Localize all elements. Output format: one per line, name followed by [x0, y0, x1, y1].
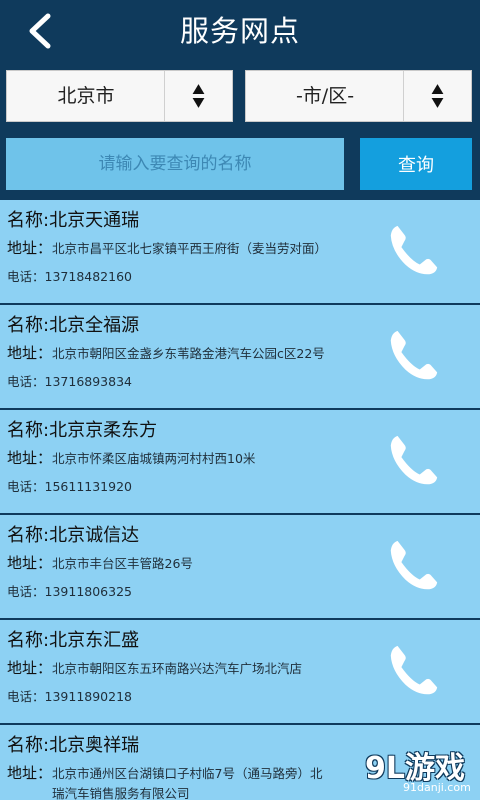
- city-select-value: -市/区-: [295, 85, 355, 107]
- item-address: 地址：北京市昌平区北七家镇平西王府街（麦当劳对面）: [7, 237, 327, 258]
- phone-label: 电话：: [7, 479, 45, 494]
- item-name: 名称:北京天通瑞: [7, 210, 140, 231]
- address-value: 北京市朝阳区东五环南路兴达汽车广场北汽店: [52, 661, 303, 676]
- address-label: 地址：: [7, 239, 53, 257]
- address-label: 地址：: [7, 449, 53, 467]
- item-address: 地址：北京市丰台区丰管路26号: [7, 552, 193, 573]
- phone-call-icon[interactable]: [384, 222, 442, 280]
- address-continuation: 瑞汽车销售服务有限公司: [52, 786, 190, 800]
- address-value: 北京市昌平区北七家镇平西王府街（麦当劳对面）: [52, 241, 328, 256]
- item-name: 名称:北京全福源: [7, 315, 140, 336]
- item-address: 地址：北京市朝阳区金盏乡东苇路金港汽车公园c区22号: [7, 342, 325, 363]
- address-value: 北京市朝阳区金盏乡东苇路金港汽车公园c区22号: [52, 346, 325, 361]
- item-address: 地址：北京市怀柔区庙城镇两河村村西10米: [7, 447, 255, 468]
- address-label: 地址：: [7, 764, 53, 782]
- phone-label: 电话：: [7, 584, 45, 599]
- watermark-url: 91danji.com: [403, 781, 471, 794]
- updown-arrows-icon: [403, 71, 444, 121]
- address-value: 北京市怀柔区庙城镇两河村村西10米: [52, 451, 256, 466]
- phone-value: 13718482160: [44, 269, 132, 284]
- list-item[interactable]: 名称:北京诚信达 地址：北京市丰台区丰管路26号 电话：13911806325: [0, 515, 480, 618]
- item-name: 名称:北京东汇盛: [7, 630, 140, 651]
- address-label: 地址：: [7, 554, 53, 572]
- watermark: 9L游戏 91danji.com: [365, 743, 477, 797]
- city-select[interactable]: -市/区-: [245, 70, 472, 122]
- list-item[interactable]: 名称:北京京柔东方 地址：北京市怀柔区庙城镇两河村村西10米 电话：156111…: [0, 410, 480, 513]
- item-name: 名称:北京奥祥瑞: [7, 735, 140, 756]
- phone-label: 电话：: [7, 689, 45, 704]
- page-title: 服务网点: [179, 14, 300, 48]
- item-phone: 电话：13716893834: [7, 371, 132, 390]
- item-name: 名称:北京京柔东方: [7, 420, 158, 441]
- phone-value: 13716893834: [44, 374, 132, 389]
- list-item[interactable]: 名称:北京天通瑞 地址：北京市昌平区北七家镇平西王府街（麦当劳对面） 电话：13…: [0, 200, 480, 303]
- item-phone: 电话：13911806325: [7, 581, 132, 600]
- phone-call-icon[interactable]: [384, 642, 442, 700]
- item-address: 地址：北京市朝阳区东五环南路兴达汽车广场北汽店: [7, 657, 302, 678]
- province-select[interactable]: 北京市: [6, 70, 233, 122]
- item-name: 名称:北京诚信达: [7, 525, 140, 546]
- phone-value: 13911806325: [44, 584, 132, 599]
- province-select-value: 北京市: [57, 85, 115, 107]
- address-value: 北京市丰台区丰管路26号: [52, 556, 193, 571]
- app-header: 服务网点: [0, 0, 480, 62]
- item-phone: 电话：13718482160: [7, 266, 132, 285]
- address-value: 北京市通州区台湖镇口子村临7号（通马路旁）北: [52, 766, 323, 781]
- item-phone: 电话：13911890218: [7, 686, 132, 705]
- search-button[interactable]: 查询: [360, 138, 472, 190]
- phone-call-icon[interactable]: [384, 327, 442, 385]
- search-input[interactable]: [6, 138, 344, 190]
- address-label: 地址：: [7, 344, 53, 362]
- phone-label: 电话：: [7, 374, 45, 389]
- list-item[interactable]: 名称:北京东汇盛 地址：北京市朝阳区东五环南路兴达汽车广场北汽店 电话：1391…: [0, 620, 480, 723]
- phone-call-icon[interactable]: [384, 537, 442, 595]
- updown-arrows-icon: [164, 71, 205, 121]
- phone-value: 15611131920: [44, 479, 132, 494]
- phone-call-icon[interactable]: [384, 432, 442, 490]
- phone-value: 13911890218: [44, 689, 132, 704]
- service-point-list[interactable]: 名称:北京天通瑞 地址：北京市昌平区北七家镇平西王府街（麦当劳对面） 电话：13…: [0, 200, 480, 800]
- phone-label: 电话：: [7, 269, 45, 284]
- item-phone: 电话：15611131920: [7, 476, 132, 495]
- item-address: 地址：北京市通州区台湖镇口子村临7号（通马路旁）北: [7, 762, 322, 783]
- list-item[interactable]: 名称:北京全福源 地址：北京市朝阳区金盏乡东苇路金港汽车公园c区22号 电话：1…: [0, 305, 480, 408]
- filter-panel: 北京市 -市/区- 查询: [0, 62, 480, 200]
- address-label: 地址：: [7, 659, 53, 677]
